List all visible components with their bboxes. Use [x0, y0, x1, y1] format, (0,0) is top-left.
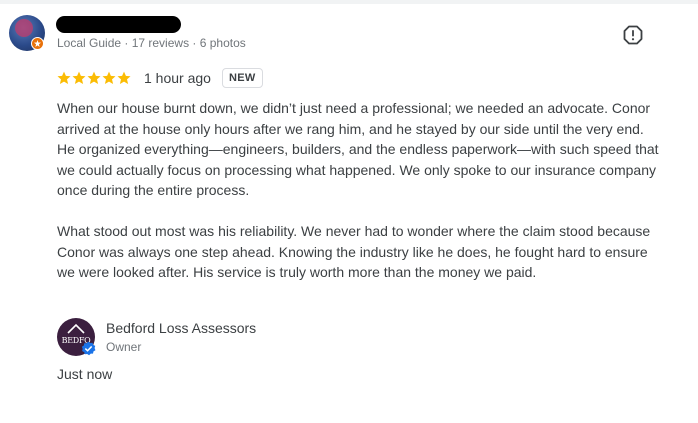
- star-rating: [57, 71, 131, 85]
- local-guide-badge-icon: [31, 37, 44, 50]
- review-time: 1 hour ago: [144, 70, 211, 86]
- verified-check-icon: [81, 341, 96, 356]
- owner-role: Owner: [106, 340, 142, 354]
- star-icon: [87, 71, 101, 84]
- star-icon: [72, 71, 86, 84]
- avatar-photo: [15, 19, 33, 37]
- owner-name[interactable]: Bedford Loss Assessors: [106, 320, 256, 336]
- review-paragraph: When our house burnt down, we didn’t jus…: [57, 100, 659, 198]
- house-roof-icon: [67, 324, 85, 334]
- star-icon: [57, 71, 71, 84]
- review-text: When our house burnt down, we didn’t jus…: [57, 98, 663, 283]
- reviewer-meta[interactable]: Local Guide · 17 reviews · 6 photos: [57, 36, 246, 50]
- star-icon: [102, 71, 116, 84]
- top-divider: [0, 0, 698, 4]
- rating-row: 1 hour ago NEW: [57, 66, 263, 90]
- star-icon: [117, 71, 131, 84]
- reply-time: Just now: [57, 366, 113, 382]
- report-flag-icon[interactable]: [623, 25, 643, 45]
- new-badge: NEW: [221, 68, 263, 88]
- review-paragraph: What stood out most was his reliability.…: [57, 223, 651, 280]
- reviewer-name-redacted[interactable]: [56, 16, 181, 33]
